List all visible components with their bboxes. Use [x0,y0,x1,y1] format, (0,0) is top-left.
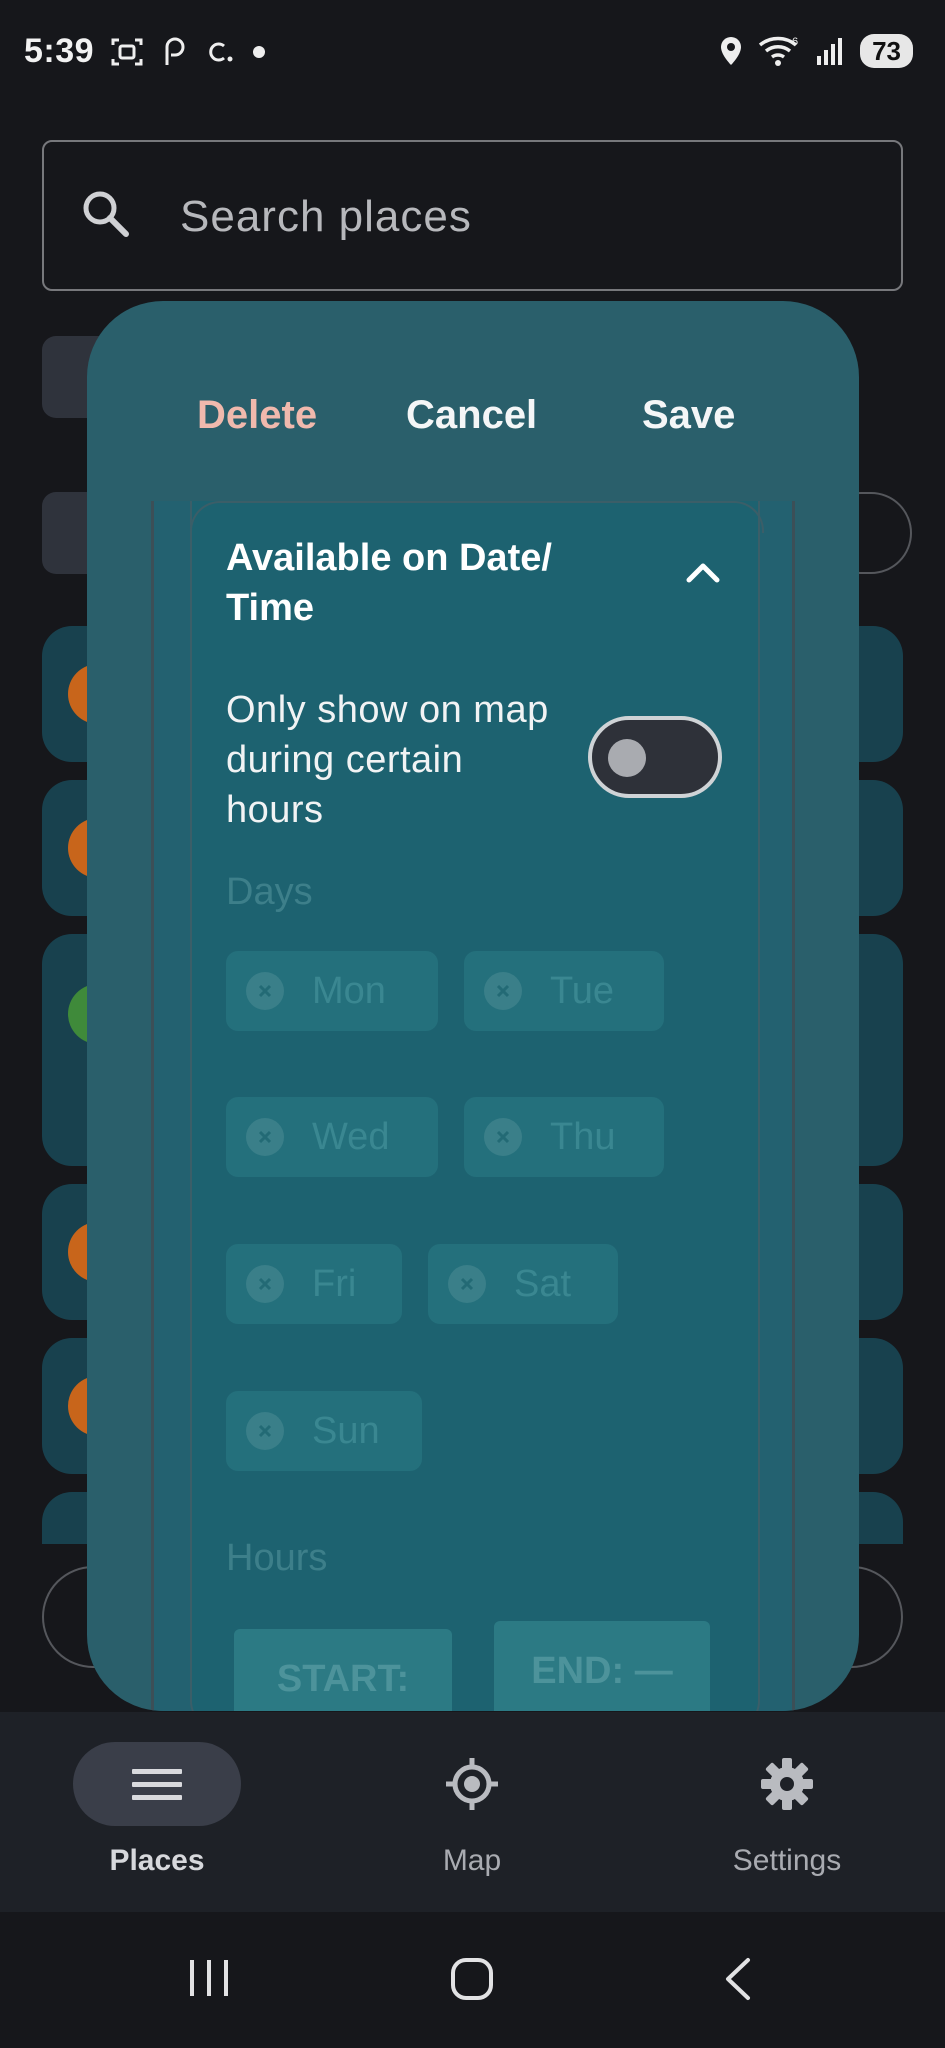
day-chip-sat[interactable]: Sat [428,1244,618,1324]
wifi-icon: 6 [758,36,798,66]
section-title: Available on Date/ Time [226,537,552,629]
day-chip-tue[interactable]: Tue [464,951,664,1031]
close-icon [246,1412,284,1450]
c-icon [209,42,233,62]
location-icon [721,37,742,65]
day-label: Mon [312,969,386,1012]
battery-indicator: 73 [860,34,913,68]
day-label: Fri [312,1262,357,1305]
edit-place-dialog: Delete Cancel Save Available on Date/ Ti… [87,301,859,1711]
nav-label-places: Places [109,1844,205,1877]
day-label: Wed [312,1115,390,1158]
save-button[interactable]: Save [642,393,735,438]
crosshair-icon [446,1758,498,1810]
nav-item-places[interactable]: Places [57,1742,257,1878]
signal-icon [817,38,843,65]
day-chip-wed[interactable]: Wed [226,1097,438,1177]
status-left-icons [110,36,266,68]
bottom-navigation: Places Map Settings [0,1712,945,1912]
start-time-button[interactable]: START: [234,1629,452,1711]
menu-icon [132,1769,182,1800]
search-icon [83,191,129,237]
nav-item-settings[interactable]: Settings [687,1742,887,1878]
screenshot-icon [111,38,143,66]
day-chip-sun[interactable]: Sun [226,1391,422,1471]
close-icon [484,972,522,1010]
close-icon [246,1265,284,1303]
close-icon [246,972,284,1010]
status-right-icons: 6 73 [718,34,913,68]
search-input[interactable]: Search places [42,140,903,291]
close-icon [484,1118,522,1156]
day-label: Sat [514,1262,572,1305]
status-time: 5:39 [24,32,95,70]
toggle-label: Only show on map during certain hours [226,689,549,831]
day-chip-mon[interactable]: Mon [226,951,438,1031]
system-navigation-bar [0,1912,945,2048]
days-label: Days [226,871,313,913]
dialog-scroll-area[interactable]: Available on Date/ Time Only show on map… [151,501,795,1711]
nav-label-settings: Settings [732,1844,842,1877]
svg-text:6: 6 [792,36,798,48]
search-placeholder: Search places [180,192,472,241]
nav-icon-container [73,1742,241,1826]
recent-apps-icon[interactable] [186,1956,232,2000]
screen: 5:39 6 73 Search places Delete Cancel Sa… [0,0,945,2048]
day-chip-thu[interactable]: Thu [464,1097,664,1177]
dialog-actions: Delete Cancel Save [87,393,859,463]
toggle-knob [608,739,646,777]
hours-label: Hours [226,1537,328,1579]
nav-item-map[interactable]: Map [372,1742,572,1878]
chevron-up-icon[interactable] [686,561,720,583]
back-icon[interactable] [720,1956,756,2002]
day-label: Thu [550,1115,616,1158]
status-bar: 5:39 6 73 [0,0,945,110]
day-label: Tue [550,969,615,1012]
end-time-button[interactable]: END: — [494,1621,710,1711]
dot-icon [253,46,265,58]
nav-icon-container [388,1742,556,1826]
home-icon[interactable] [449,1956,495,2002]
gear-icon [761,1758,813,1810]
delete-button[interactable]: Delete [197,393,317,438]
availability-section: Available on Date/ Time Only show on map… [190,501,764,1711]
hours-toggle[interactable] [588,716,722,798]
close-icon [448,1265,486,1303]
nav-label-map: Map [442,1844,502,1877]
podcast-icon [165,37,185,65]
nav-icon-container [703,1742,871,1826]
day-chip-fri[interactable]: Fri [226,1244,402,1324]
close-icon [246,1118,284,1156]
cancel-button[interactable]: Cancel [406,393,537,438]
day-label: Sun [312,1409,380,1452]
